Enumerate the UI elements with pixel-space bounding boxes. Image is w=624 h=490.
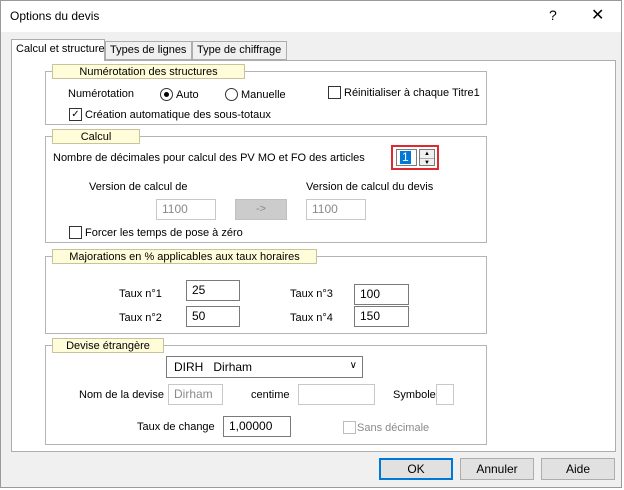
decimales-value: 1 (400, 150, 411, 164)
decimales-spinner-highlight: 1 ▲ ▼ (391, 145, 439, 170)
taux-change-label: Taux de change (137, 421, 215, 433)
sans-decimale-checkbox (343, 421, 356, 434)
version-devis-label: Version de calcul du devis (306, 181, 434, 193)
taux1-label: Taux n°1 (119, 288, 162, 300)
title-bar: Options du devis ? ✕ (1, 1, 621, 32)
symbole-label: Symbole (393, 389, 436, 401)
devise-name: Dirham (213, 360, 253, 374)
help-icon[interactable]: ? (549, 7, 557, 23)
forcer-label: Forcer les temps de pose à zéro (85, 227, 243, 239)
taux2-input[interactable]: 50 (186, 306, 240, 327)
tab-calcul-et-structure[interactable]: Calcul et structure (11, 39, 105, 61)
manuelle-radio[interactable] (225, 88, 238, 101)
nom-devise-field: Dirham (168, 384, 223, 405)
taux1-input[interactable]: 25 (186, 280, 240, 301)
tab-types-de-lignes[interactable]: Types de lignes (105, 41, 192, 60)
taux4-label: Taux n°4 (290, 312, 333, 324)
decimales-label: Nombre de décimales pour calcul des PV M… (53, 152, 365, 164)
reinit-label: Réinitialiser à chaque Titre1 (344, 87, 480, 99)
options-dialog: Options du devis ? ✕ Calcul et structure… (0, 0, 622, 488)
forcer-checkbox[interactable] (69, 226, 82, 239)
tab-type-de-chiffrage[interactable]: Type de chiffrage (192, 41, 287, 60)
symbole-field (436, 384, 454, 405)
ok-button[interactable]: OK (379, 458, 453, 480)
version-devis-field: 1100 (306, 199, 366, 220)
majorations-legend: Majorations en % applicables aux taux ho… (52, 249, 317, 264)
decimales-input[interactable]: 1 (396, 149, 417, 166)
calcul-legend: Calcul (52, 129, 140, 144)
sans-decimale-label: Sans décimale (357, 422, 430, 434)
manuelle-label: Manuelle (241, 89, 286, 101)
devise-code: DIRH (174, 360, 204, 374)
taux3-label: Taux n°3 (290, 288, 333, 300)
auto-radio[interactable] (160, 88, 173, 101)
devise-select[interactable]: DIRH Dirham ∨ (166, 356, 363, 378)
devise-legend: Devise étrangère (52, 338, 164, 353)
spin-up-icon[interactable]: ▲ (420, 150, 434, 158)
creation-checkbox[interactable]: ✓ (69, 108, 82, 121)
auto-label: Auto (176, 89, 199, 101)
annuler-button[interactable]: Annuler (460, 458, 534, 480)
spin-down-icon[interactable]: ▼ (420, 158, 434, 166)
nom-devise-label: Nom de la devise (79, 389, 164, 401)
majorations-group (45, 256, 487, 334)
reinit-checkbox[interactable] (328, 86, 341, 99)
taux-change-input[interactable]: 1,00000 (223, 416, 291, 437)
version-calcul-field: 1100 (156, 199, 216, 220)
creation-label: Création automatique des sous-totaux (85, 109, 271, 121)
taux3-input[interactable]: 100 (354, 284, 409, 305)
decimales-spin-buttons: ▲ ▼ (419, 149, 435, 166)
taux2-label: Taux n°2 (119, 312, 162, 324)
structures-legend: Numérotation des structures (52, 64, 245, 79)
aide-button[interactable]: Aide (541, 458, 615, 480)
numerotation-label: Numérotation (68, 88, 135, 100)
centime-field (298, 384, 375, 405)
window-title: Options du devis (10, 9, 100, 23)
centime-label: centime (251, 389, 290, 401)
close-icon[interactable]: ✕ (591, 5, 604, 25)
chevron-down-icon: ∨ (349, 360, 357, 371)
version-calcul-label: Version de calcul de (89, 181, 188, 193)
taux4-input[interactable]: 150 (354, 306, 409, 327)
copy-version-button: -> (235, 199, 287, 220)
